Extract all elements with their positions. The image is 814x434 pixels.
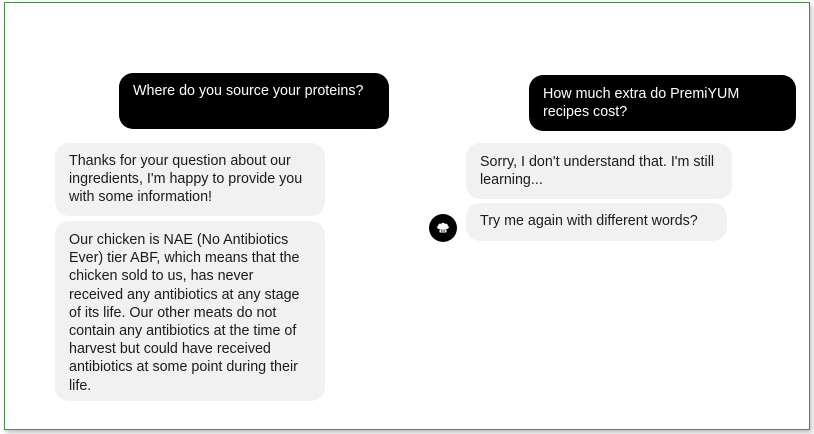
bot-avatar [429, 214, 457, 242]
bot-message-bubble: Our chicken is NAE (No Antibiotics Ever)… [55, 221, 325, 401]
bot-message-bubble: Sorry, I don't understand that. I'm stil… [466, 143, 732, 199]
user-message-text: Where do you source your proteins? [133, 83, 364, 99]
bot-message-text: Thanks for your question about our ingre… [69, 153, 303, 206]
bot-message-bubble: Try me again with different words? [466, 203, 727, 241]
screenshot-frame: Where do you source your proteins? Thank… [4, 2, 810, 430]
chef-hat-icon [437, 222, 449, 233]
user-message-bubble: How much extra do PremiYUM recipes cost? [529, 75, 796, 131]
user-message-bubble: Where do you source your proteins? [119, 73, 389, 129]
bot-message-text: Sorry, I don't understand that. I'm stil… [480, 154, 715, 189]
bot-message-text: Our chicken is NAE (No Antibiotics Ever)… [69, 232, 300, 394]
bot-message-text: Try me again with different words? [480, 213, 698, 229]
user-message-text: How much extra do PremiYUM recipes cost? [543, 86, 740, 121]
bot-message-bubble: Thanks for your question about our ingre… [55, 143, 325, 216]
